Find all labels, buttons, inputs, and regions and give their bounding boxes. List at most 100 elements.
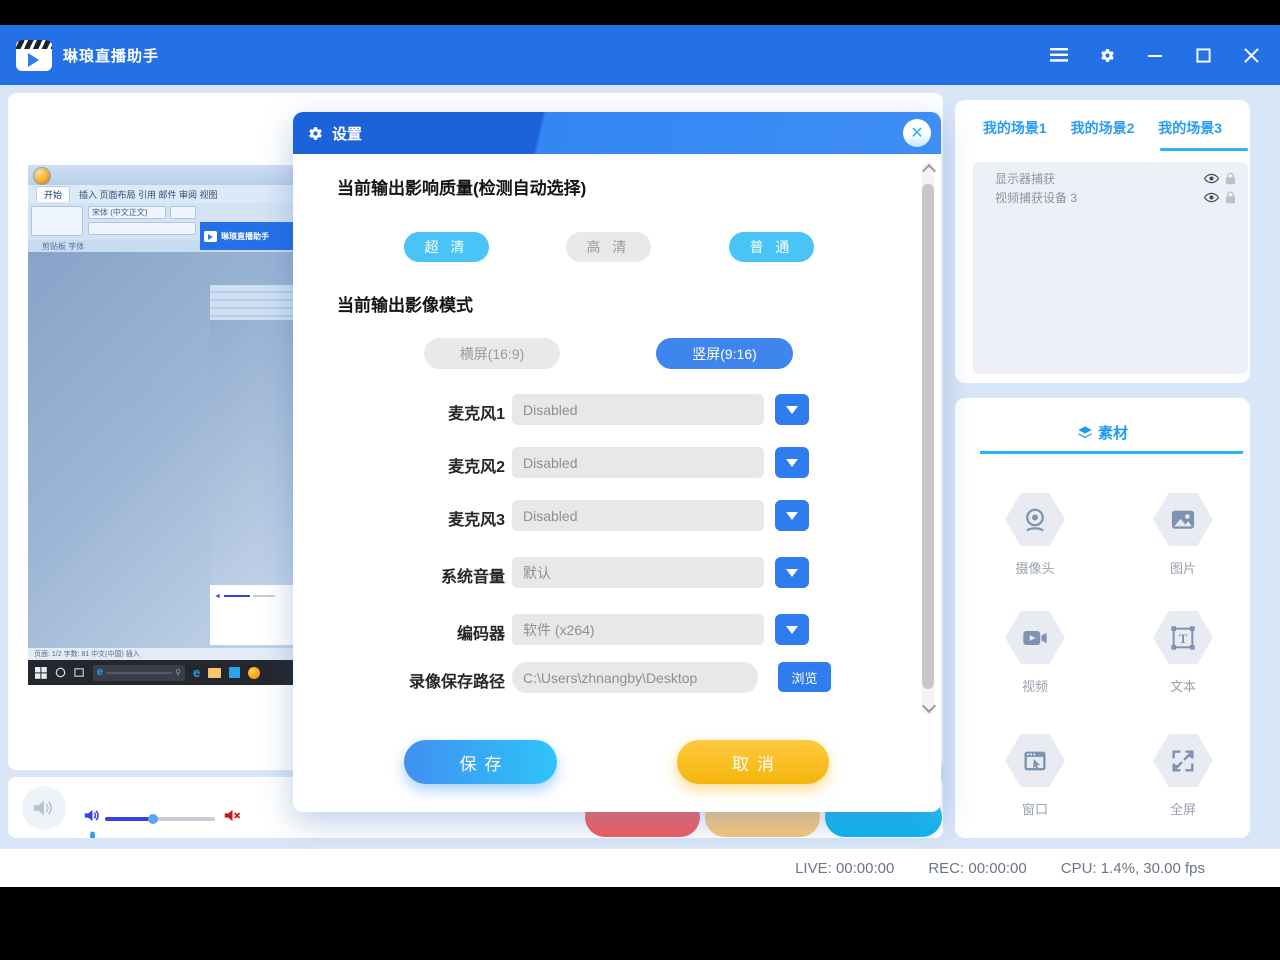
mic1-select[interactable]: Disabled <box>512 394 764 425</box>
settings-dialog-title: 设置 <box>332 123 362 144</box>
scene-tab-2[interactable]: 我的场景2 <box>1071 118 1135 138</box>
sources-list: 显示器捕获 视频捕获设备 3 <box>973 162 1248 374</box>
minimize-icon[interactable] <box>1146 46 1164 64</box>
volume-slider[interactable] <box>105 817 215 821</box>
task-view-icon <box>74 667 85 678</box>
materials-header-label: 素材 <box>1098 422 1128 443</box>
quality-option-normal[interactable]: 普 通 <box>729 232 814 262</box>
mic1-label: 麦克风1 <box>353 400 505 424</box>
menu-icon[interactable] <box>1050 46 1068 64</box>
mic2-dropdown-icon[interactable] <box>775 447 809 478</box>
video-icon <box>1021 624 1049 652</box>
svg-text:T: T <box>1179 631 1188 645</box>
app-logo-icon <box>16 40 52 71</box>
material-fullscreen[interactable]: 全屏 <box>1138 734 1228 818</box>
ribbon-font-box: 宋体 (中文正文) <box>88 206 166 219</box>
nested-volume-row: ◄ <box>210 585 295 607</box>
system-volume-label: 系统音量 <box>353 563 505 587</box>
mic3-dropdown-icon[interactable] <box>775 500 809 531</box>
word-tabs-rest: 插入 页面布局 引用 邮件 审阅 视图 <box>79 188 218 201</box>
close-icon[interactable] <box>1242 46 1260 64</box>
source-row-display-capture[interactable]: 显示器捕获 <box>973 169 1248 188</box>
scene-tab-1[interactable]: 我的场景1 <box>983 118 1047 138</box>
nested-app-logo-icon <box>204 231 217 242</box>
taskbar-search: e ⚲ <box>93 665 185 681</box>
live-timer: LIVE: 00:00:00 <box>795 860 894 877</box>
scrollbar-thumb[interactable] <box>922 184 934 689</box>
scene-tab-3-active[interactable]: 我的场景3 <box>1158 118 1222 138</box>
ribbon-clipboard-group <box>31 206 83 236</box>
start-icon <box>35 667 47 679</box>
word-ribbon-tabs: 开始 插入 页面布局 引用 邮件 审阅 视图 <box>28 185 295 203</box>
quality-option-hd[interactable]: 高 清 <box>566 232 651 262</box>
material-webcam[interactable]: 摄像头 <box>990 493 1080 577</box>
firefox-icon <box>248 667 260 679</box>
browse-button[interactable]: 浏览 <box>778 662 831 692</box>
visibility-eye-icon[interactable] <box>1204 192 1219 203</box>
app-title: 琳琅直播助手 <box>63 45 159 66</box>
explorer-icon <box>208 668 221 678</box>
mic1-dropdown-icon[interactable] <box>775 394 809 425</box>
source-row-video-capture[interactable]: 视频捕获设备 3 <box>973 188 1248 207</box>
mode-option-portrait[interactable]: 竖屏(9:16) <box>656 338 793 369</box>
dialog-close-icon[interactable]: ✕ <box>903 119 931 147</box>
app-window: 琳琅直播助手 <box>0 25 1280 887</box>
volume-slider-handle[interactable] <box>148 814 158 824</box>
nested-app-titlebar: 琳琅直播助手 <box>200 222 295 250</box>
visibility-eye-icon[interactable] <box>1204 173 1219 184</box>
mic3-label: 麦克风3 <box>353 506 505 530</box>
mic2-select[interactable]: Disabled <box>512 447 764 478</box>
window-icon <box>1021 747 1049 775</box>
screen: 琳琅直播助手 <box>0 0 1280 960</box>
material-video[interactable]: 视频 <box>990 611 1080 695</box>
mic3-select[interactable]: Disabled <box>512 500 764 531</box>
gear-icon <box>307 125 324 142</box>
word-status-bar: 页面: 1/2 字数: 81 中文(中国) 插入 <box>28 648 295 660</box>
materials-underline <box>980 451 1243 454</box>
material-image[interactable]: 图片 <box>1138 493 1228 577</box>
office-button-icon <box>33 167 51 185</box>
scroll-up-icon[interactable] <box>922 164 936 178</box>
lock-icon[interactable] <box>1225 172 1236 185</box>
layers-icon <box>1077 425 1093 441</box>
system-volume-dropdown-icon[interactable] <box>775 557 809 588</box>
edge-icon: e <box>193 666 200 679</box>
save-button[interactable]: 保存 <box>404 740 557 784</box>
microphone-icon[interactable] <box>86 831 99 838</box>
encoder-dropdown-icon[interactable] <box>775 614 809 645</box>
system-volume-select[interactable]: 默认 <box>512 557 764 588</box>
lock-icon[interactable] <box>1225 191 1236 204</box>
maximize-icon[interactable] <box>1194 46 1212 64</box>
rec-timer: REC: 00:00:00 <box>928 860 1026 877</box>
master-speaker-button[interactable] <box>22 786 66 830</box>
scroll-down-icon[interactable] <box>922 699 936 713</box>
word-tab-home: 开始 <box>36 186 70 202</box>
scenes-panel: 我的场景1 我的场景2 我的场景3 显示器捕获 视频捕获设备 3 <box>955 100 1250 383</box>
material-text[interactable]: T 文本 <box>1138 611 1228 695</box>
cancel-button[interactable]: 取消 <box>677 740 829 784</box>
store-icon <box>229 667 240 678</box>
mute-speaker-icon[interactable] <box>224 808 241 828</box>
mode-option-landscape[interactable]: 横屏(16:9) <box>424 338 560 369</box>
stream-preview[interactable]: 开始 插入 页面布局 引用 邮件 审阅 视图 宋体 (中文正文) 剪贴板 字体 … <box>28 165 295 685</box>
materials-panel: 素材 摄像头 图片 视频 T 文本 窗口 <box>955 398 1250 838</box>
word-quick-access-bar <box>28 165 295 185</box>
text-icon: T <box>1169 624 1197 652</box>
active-scene-underline <box>1160 148 1248 151</box>
quality-option-uhd[interactable]: 超 清 <box>404 232 489 262</box>
dialog-scrollbar[interactable] <box>922 162 934 715</box>
speaker-icon[interactable] <box>84 808 101 828</box>
material-window[interactable]: 窗口 <box>990 734 1080 818</box>
settings-dialog: 设置 ✕ 当前输出影响质量(检测自动选择) 超 清 高 清 普 通 当前输出影像… <box>293 112 941 812</box>
settings-dialog-header: 设置 ✕ <box>293 112 941 154</box>
record-path-input[interactable]: C:\Users\zhnangby\Desktop <box>512 662 758 693</box>
settings-gear-icon[interactable] <box>1098 46 1116 64</box>
encoder-label: 编码器 <box>353 620 505 644</box>
ribbon-size-box <box>170 206 196 219</box>
cpu-fps-stat: CPU: 1.4%, 30.00 fps <box>1061 860 1205 877</box>
image-icon <box>1169 506 1197 534</box>
fullscreen-icon <box>1169 747 1197 775</box>
encoder-select[interactable]: 软件 (x264) <box>512 614 764 645</box>
ribbon-format-row <box>88 222 196 235</box>
webcam-icon <box>1020 505 1050 535</box>
